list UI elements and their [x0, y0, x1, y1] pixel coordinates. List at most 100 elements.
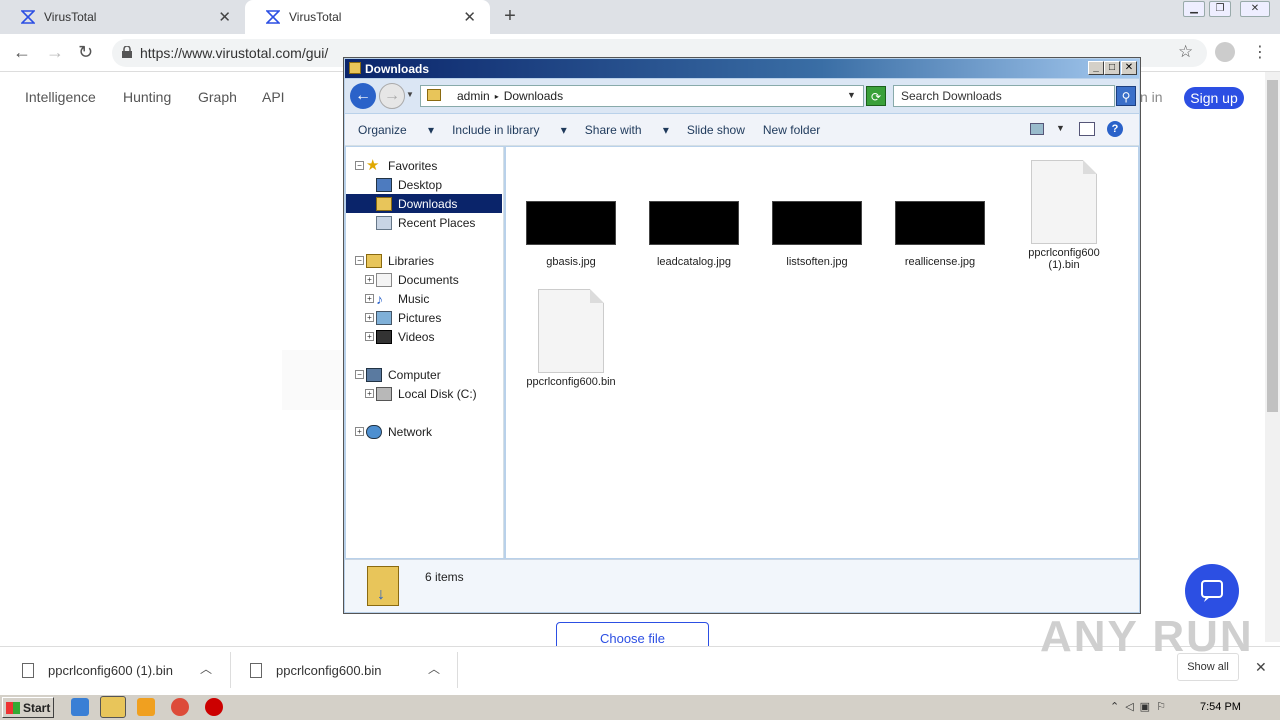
expand-icon[interactable]: + — [355, 427, 364, 436]
change-view-icon[interactable] — [1030, 123, 1044, 135]
new-folder-button[interactable]: New folder — [763, 123, 820, 137]
sign-in-link[interactable]: n in — [1140, 89, 1163, 105]
expand-icon[interactable]: + — [365, 294, 374, 303]
forward-icon[interactable]: → — [46, 42, 64, 63]
nav-intelligence[interactable]: Intelligence — [25, 89, 96, 105]
help-icon[interactable]: ? — [1107, 121, 1123, 137]
explorer-taskbar-icon[interactable] — [100, 696, 126, 718]
scrollbar-thumb[interactable] — [1267, 80, 1278, 412]
new-tab-icon[interactable]: + — [500, 5, 520, 28]
tree-videos[interactable]: Videos — [376, 327, 434, 346]
view-dropdown-icon[interactable]: ▼ — [1056, 123, 1065, 133]
document-icon — [1031, 160, 1097, 244]
close-window-icon[interactable]: ✕ — [1240, 1, 1270, 17]
slide-show-button[interactable]: Slide show — [687, 123, 745, 137]
file-item[interactable]: ppcrlconfig600.bin — [521, 289, 621, 388]
tree-downloads[interactable]: Downloads — [346, 194, 502, 213]
search-input[interactable]: Search Downloads — [893, 85, 1115, 107]
address-dropdown-icon[interactable]: ▼ — [847, 90, 856, 100]
expand-icon[interactable]: + — [365, 332, 374, 341]
minimize-button[interactable]: _ — [1088, 61, 1104, 75]
tree-computer[interactable]: Computer — [366, 365, 441, 384]
hard-disk-icon — [376, 386, 392, 401]
breadcrumb[interactable]: admin ▸ Downloads — [420, 85, 864, 107]
file-item[interactable]: leadcatalog.jpg — [644, 201, 744, 268]
lock-icon — [122, 46, 132, 58]
close-button[interactable]: ✕ — [1121, 61, 1137, 75]
tree-pictures[interactable]: Pictures — [376, 308, 441, 327]
window-titlebar[interactable]: Downloads — [345, 59, 1139, 78]
security-app-icon[interactable] — [205, 698, 223, 716]
search-icon[interactable]: ⚲ — [1116, 86, 1136, 106]
close-tab-icon[interactable]: ✕ — [218, 8, 231, 26]
reload-icon[interactable]: ↻ — [78, 42, 93, 63]
tab-virustotal-2[interactable]: VirusTotal ✕ — [245, 0, 490, 34]
tree-documents[interactable]: Documents — [376, 270, 459, 289]
system-tray-icons[interactable]: ⌃◁▣⚐ — [1110, 700, 1172, 713]
image-thumbnail — [649, 201, 739, 245]
collapse-icon[interactable]: − — [355, 370, 364, 379]
minimize-icon[interactable]: ▁ — [1183, 1, 1205, 17]
chat-button[interactable] — [1185, 564, 1239, 618]
libraries-icon — [366, 253, 382, 268]
file-icon — [250, 662, 262, 678]
nav-api[interactable]: API — [262, 89, 285, 105]
organize-menu[interactable]: Organize ▾ — [358, 123, 434, 137]
breadcrumb-downloads[interactable]: Downloads — [504, 89, 563, 103]
expand-icon[interactable]: + — [365, 313, 374, 322]
profile-avatar-icon[interactable] — [1215, 42, 1235, 62]
download-item[interactable]: ppcrlconfig600 (1).bin — [22, 646, 173, 694]
tree-favorites[interactable]: ★ Favorites — [366, 156, 437, 175]
breadcrumb-admin[interactable]: admin — [457, 89, 490, 103]
forward-arrow-icon[interactable]: → — [379, 83, 405, 109]
bookmark-star-icon[interactable]: ☆ — [1178, 42, 1193, 62]
tree-desktop[interactable]: Desktop — [376, 175, 442, 194]
include-in-library-menu[interactable]: Include in library ▾ — [452, 123, 567, 137]
maximize-button[interactable]: □ — [1104, 61, 1120, 75]
url-text: https://www.virustotal.com/gui/ — [140, 45, 329, 61]
expand-icon[interactable]: + — [365, 275, 374, 284]
nav-hunting[interactable]: Hunting — [123, 89, 171, 105]
chat-icon — [1201, 580, 1223, 602]
share-with-menu[interactable]: Share with ▾ — [585, 123, 669, 137]
tab-title: VirusTotal — [289, 10, 342, 24]
chrome-icon[interactable] — [171, 698, 189, 716]
tree-network[interactable]: Network — [366, 422, 432, 441]
close-tab-icon[interactable]: ✕ — [463, 8, 476, 26]
start-button[interactable]: Start — [2, 697, 54, 718]
tab-virustotal-1[interactable]: VirusTotal ✕ — [0, 0, 245, 34]
music-icon: ♪ — [376, 290, 383, 307]
collapse-icon[interactable]: − — [355, 256, 364, 265]
document-icon — [538, 289, 604, 373]
chevron-up-icon[interactable]: ︿ — [428, 660, 440, 677]
tree-local-disk[interactable]: Local Disk (C:) — [376, 384, 477, 403]
file-item[interactable]: reallicense.jpg — [890, 201, 990, 268]
media-player-icon[interactable] — [137, 698, 155, 716]
virustotal-icon — [265, 9, 281, 25]
chevron-up-icon[interactable]: ︿ — [200, 660, 212, 677]
tree-music[interactable]: ♪ Music — [376, 289, 429, 308]
download-item[interactable]: ppcrlconfig600.bin — [250, 646, 382, 694]
refresh-icon[interactable]: ⟳ — [866, 86, 886, 106]
preview-pane-icon[interactable] — [1079, 122, 1095, 136]
nav-graph[interactable]: Graph — [198, 89, 237, 105]
breadcrumb-separator-icon[interactable]: ▸ — [495, 92, 499, 101]
file-item[interactable]: listsoften.jpg — [767, 201, 867, 268]
sign-up-button[interactable]: Sign up — [1184, 87, 1244, 109]
expand-icon[interactable]: + — [365, 389, 374, 398]
ie-icon[interactable] — [71, 698, 89, 716]
file-item[interactable]: ppcrlconfig600 (1).bin — [1013, 160, 1115, 271]
collapse-icon[interactable]: − — [355, 161, 364, 170]
restore-icon[interactable]: ❐ — [1209, 1, 1231, 17]
recent-pages-icon[interactable]: ▼ — [406, 90, 414, 99]
window-title: Downloads — [365, 61, 430, 76]
tree-libraries[interactable]: Libraries — [366, 251, 434, 270]
menu-icon[interactable]: ⋮ — [1252, 42, 1268, 62]
documents-icon — [376, 272, 392, 287]
back-arrow-icon[interactable]: ← — [350, 83, 376, 109]
download-arrow-icon: ↓ — [377, 586, 385, 603]
tree-recent-places[interactable]: Recent Places — [376, 213, 475, 232]
close-downloads-icon[interactable]: ✕ — [1255, 659, 1267, 676]
file-item[interactable]: gbasis.jpg — [521, 201, 621, 268]
back-icon[interactable]: ← — [13, 42, 31, 63]
